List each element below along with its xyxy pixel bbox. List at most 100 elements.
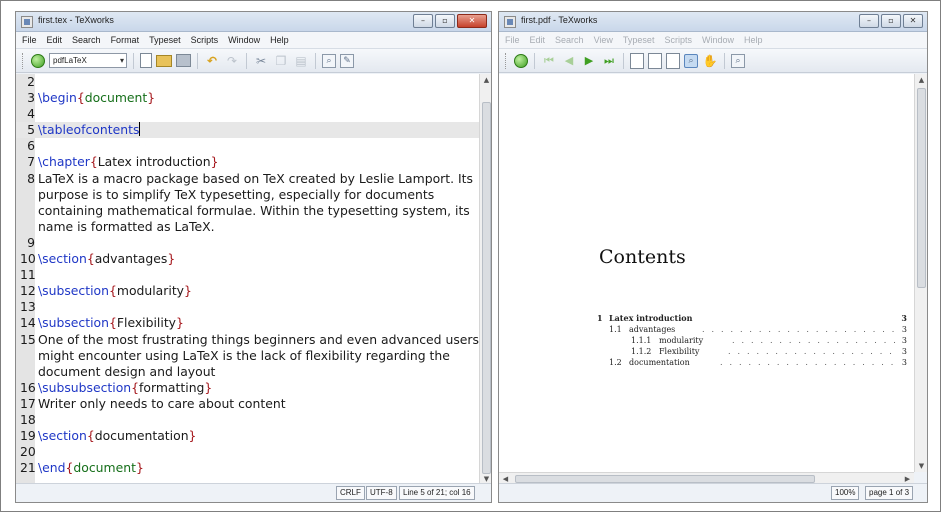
- pdf-page-view[interactable]: Contents 1 Latex introduction 3 1.1 advantag…: [499, 74, 914, 472]
- cut-icon[interactable]: ✂: [253, 53, 269, 69]
- toolbar-grip[interactable]: [505, 52, 508, 69]
- editor-line[interactable]: 20: [16, 444, 479, 460]
- editor-line[interactable]: 4: [16, 106, 479, 122]
- toc-entry-page: 3: [901, 325, 907, 334]
- open-folder-icon[interactable]: [156, 54, 172, 67]
- actual-size-icon[interactable]: [630, 52, 644, 69]
- editor-line[interactable]: 7 \chapter{Latex introduction}: [16, 154, 479, 170]
- zoom-level[interactable]: 100%: [831, 486, 860, 500]
- paste-icon[interactable]: ▤: [293, 53, 309, 69]
- scroll-down-arrow-icon[interactable]: ▼: [915, 460, 927, 472]
- latex-brace: }: [167, 251, 176, 267]
- find-icon[interactable]: ⌕: [322, 53, 336, 68]
- first-page-icon[interactable]: ⏮: [541, 53, 557, 69]
- editor-line[interactable]: 21 \end{document}: [16, 460, 479, 476]
- menu-window[interactable]: Window: [228, 35, 260, 45]
- menu-search[interactable]: Search: [72, 35, 101, 45]
- zoom-tool-icon[interactable]: ⌕: [684, 53, 698, 68]
- undo-icon[interactable]: ↶: [204, 53, 220, 69]
- editor-line[interactable]: 8 LaTeX is a macro package based on TeX c…: [16, 171, 479, 187]
- editor-line[interactable]: 5 \tableofcontents: [16, 122, 479, 139]
- source-editor[interactable]: 2 3 \begin{document} 4 5 \tableofcontents 6 7 \c…: [16, 74, 479, 485]
- editor-line[interactable]: 19 \section{documentation}: [16, 428, 479, 444]
- menu-window[interactable]: Window: [702, 35, 734, 45]
- menu-file[interactable]: File: [505, 35, 520, 45]
- latex-argument: document: [84, 90, 148, 106]
- line-number: 3: [27, 90, 35, 106]
- editor-line[interactable]: might encounter using LaTeX is the lack …: [16, 348, 479, 364]
- editor-line[interactable]: 15 One of the most frustrating things beg…: [16, 332, 479, 348]
- scroll-up-arrow-icon[interactable]: ▲: [480, 74, 491, 86]
- toc-entry[interactable]: 1.2 documentation . . . . . . . . . . . . …: [597, 357, 907, 368]
- menu-search[interactable]: Search: [555, 35, 584, 45]
- editor-line[interactable]: 16 \subsubsection{formatting}: [16, 380, 479, 396]
- maximize-button[interactable]: ▫: [881, 14, 901, 28]
- menu-edit[interactable]: Edit: [47, 35, 63, 45]
- preview-titlebar[interactable]: first.pdf - TeXworks – ▫ ✕: [499, 12, 927, 32]
- editor-scroll-thumb[interactable]: [482, 102, 491, 474]
- preview-hscroll-thumb[interactable]: [515, 475, 815, 483]
- previous-page-icon[interactable]: ◀: [561, 53, 577, 69]
- new-document-icon[interactable]: [140, 53, 152, 68]
- scroll-up-arrow-icon[interactable]: ▲: [915, 74, 927, 86]
- maximize-button[interactable]: ▫: [435, 14, 455, 28]
- redo-icon[interactable]: ↷: [224, 53, 240, 69]
- editor-line[interactable]: 18: [16, 412, 479, 428]
- find-icon[interactable]: ⌕: [731, 53, 745, 68]
- close-button[interactable]: ✕: [903, 14, 923, 28]
- editor-line[interactable]: containing mathematical formulae. Within…: [16, 203, 479, 219]
- menu-format[interactable]: Format: [111, 35, 140, 45]
- close-button[interactable]: ✕: [457, 14, 487, 28]
- editor-line[interactable]: 2: [16, 74, 479, 90]
- toc-entry[interactable]: 1.1.2 Flexibility . . . . . . . . . . . . …: [597, 346, 907, 357]
- editor-line[interactable]: 17 Writer only needs to care about conten…: [16, 396, 479, 412]
- menu-scripts[interactable]: Scripts: [664, 35, 692, 45]
- menu-typeset[interactable]: Typeset: [149, 35, 181, 45]
- menu-file[interactable]: File: [22, 35, 37, 45]
- menu-help[interactable]: Help: [270, 35, 289, 45]
- line-ending-indicator[interactable]: CRLF: [336, 486, 365, 500]
- editor-line[interactable]: 10 \section{advantages}: [16, 251, 479, 267]
- latex-command: \chapter: [38, 154, 90, 170]
- line-number: 4: [27, 106, 35, 122]
- menu-typeset[interactable]: Typeset: [623, 35, 655, 45]
- menu-scripts[interactable]: Scripts: [191, 35, 219, 45]
- line-number: 11: [20, 267, 36, 283]
- save-icon[interactable]: [176, 54, 191, 67]
- editor-line[interactable]: name is formatted as LaTeX.: [16, 219, 479, 235]
- preview-scroll-thumb[interactable]: [917, 88, 926, 288]
- preview-vertical-scrollbar[interactable]: ▲ ▼: [914, 74, 927, 472]
- toolbar-grip[interactable]: [22, 52, 25, 69]
- menu-help[interactable]: Help: [744, 35, 763, 45]
- toc-entry[interactable]: 1 Latex introduction 3: [597, 313, 907, 324]
- typeset-play-icon[interactable]: [31, 53, 45, 68]
- editor-line[interactable]: 6: [16, 138, 479, 154]
- fit-window-icon[interactable]: [666, 52, 680, 69]
- minimize-button[interactable]: –: [413, 14, 433, 28]
- typeset-play-icon[interactable]: [514, 53, 528, 68]
- next-page-icon[interactable]: ▶: [581, 53, 597, 69]
- editor-titlebar[interactable]: first.tex - TeXworks – ▫ ✕: [16, 12, 491, 32]
- replace-icon[interactable]: ✎: [340, 53, 354, 68]
- editor-line[interactable]: 12 \subsection{modularity}: [16, 283, 479, 299]
- toc-entry-title: Latex introduction: [609, 313, 693, 323]
- editor-line[interactable]: 14 \subsection{Flexibility}: [16, 315, 479, 331]
- hand-tool-icon[interactable]: ✋: [702, 53, 718, 69]
- menu-edit[interactable]: Edit: [530, 35, 546, 45]
- copy-icon[interactable]: ❐: [273, 53, 289, 69]
- editor-line[interactable]: document design and layout: [16, 364, 479, 380]
- editor-vertical-scrollbar[interactable]: ▲ ▼: [479, 74, 491, 485]
- editor-line[interactable]: purpose is to simplify TeX typesetting, …: [16, 187, 479, 203]
- encoding-indicator[interactable]: UTF-8: [366, 486, 397, 500]
- editor-line[interactable]: 3 \begin{document}: [16, 90, 479, 106]
- editor-line[interactable]: 13: [16, 299, 479, 315]
- last-page-icon[interactable]: ⏭: [601, 53, 617, 69]
- menu-view[interactable]: View: [594, 35, 613, 45]
- toc-entry[interactable]: 1.1.1 modularity . . . . . . . . . . . . .…: [597, 335, 907, 346]
- typeset-engine-select[interactable]: pdfLaTeX: [49, 53, 127, 68]
- fit-width-icon[interactable]: [648, 52, 662, 69]
- editor-line[interactable]: 9: [16, 235, 479, 251]
- minimize-button[interactable]: –: [859, 14, 879, 28]
- toc-entry[interactable]: 1.1 advantages . . . . . . . . . . . . . .…: [597, 324, 907, 335]
- editor-line[interactable]: 11: [16, 267, 479, 283]
